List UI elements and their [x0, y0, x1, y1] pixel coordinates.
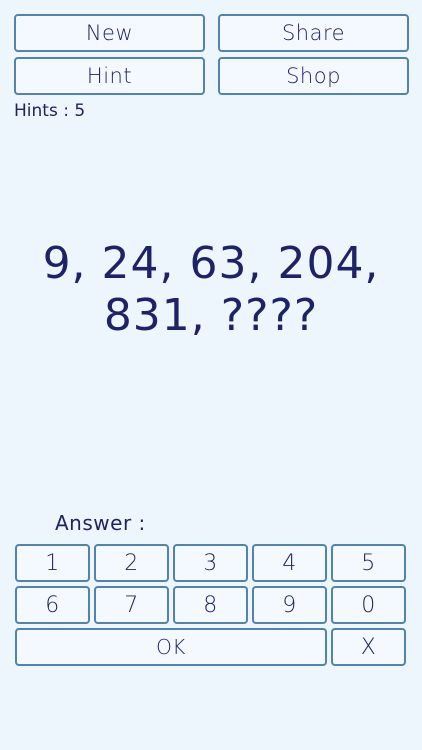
- key-5[interactable]: 5: [331, 544, 406, 582]
- shop-button[interactable]: Shop: [218, 57, 409, 95]
- puzzle-sequence: 9, 24, 63, 204, 831, ????: [0, 238, 422, 342]
- key-2[interactable]: 2: [94, 544, 169, 582]
- hints-label: Hints :: [14, 101, 75, 121]
- puzzle-line-2: 831, ????: [103, 290, 319, 341]
- ok-button[interactable]: OK: [15, 628, 327, 666]
- key-0[interactable]: 0: [331, 586, 406, 624]
- key-1[interactable]: 1: [15, 544, 90, 582]
- key-3[interactable]: 3: [173, 544, 248, 582]
- clear-button[interactable]: X: [331, 628, 406, 666]
- hints-count: 5: [74, 101, 86, 121]
- hint-button[interactable]: Hint: [14, 57, 205, 95]
- key-7[interactable]: 7: [94, 586, 169, 624]
- puzzle-line-1: 9, 24, 63, 204,: [42, 238, 380, 289]
- answer-label: Answer :: [55, 511, 146, 535]
- key-6[interactable]: 6: [15, 586, 90, 624]
- new-button[interactable]: New: [14, 14, 205, 52]
- key-4[interactable]: 4: [252, 544, 327, 582]
- key-9[interactable]: 9: [252, 586, 327, 624]
- hints-counter: Hints : 5: [14, 101, 85, 121]
- key-8[interactable]: 8: [173, 586, 248, 624]
- share-button[interactable]: Share: [218, 14, 409, 52]
